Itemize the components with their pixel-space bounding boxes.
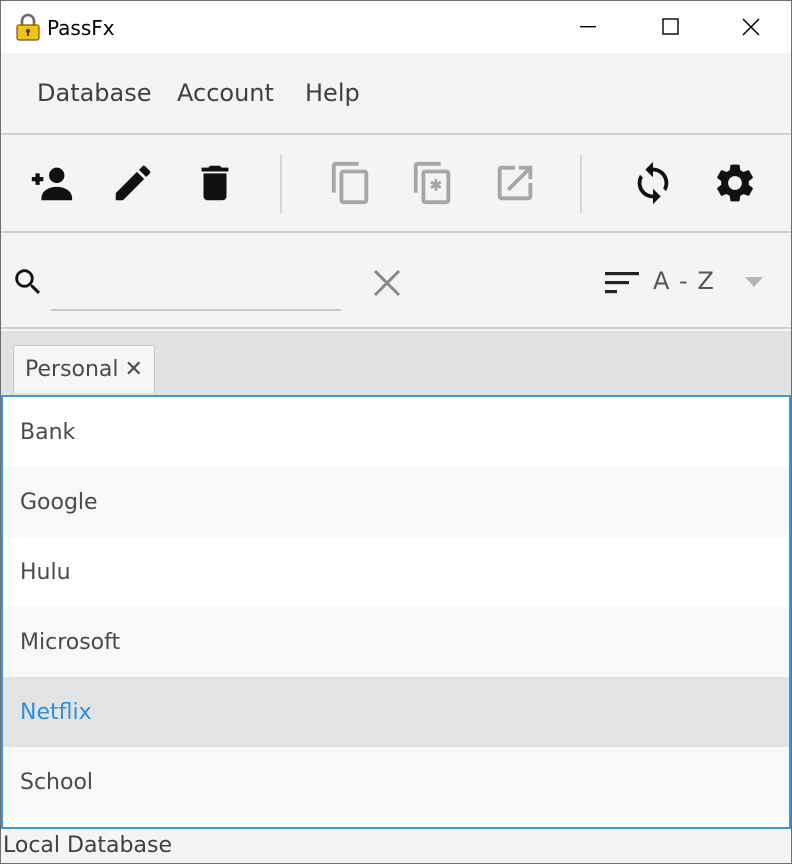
title-bar: PassFx [1,1,791,53]
open-external-icon [497,165,533,201]
open-url-button[interactable] [491,159,539,207]
search-icon [15,269,41,295]
list-item[interactable]: School [3,747,789,817]
copy-password-button[interactable] [409,159,457,207]
tag-close-icon[interactable]: ✕ [125,357,143,382]
list-item[interactable]: Bank [3,397,789,467]
list-item-selected[interactable]: Netflix [3,677,789,747]
tag-label: Personal [25,357,119,382]
trash-icon [201,165,229,201]
list-item[interactable]: Hulu [3,537,789,607]
clear-search-icon[interactable] [367,263,407,303]
sync-button[interactable] [629,159,677,207]
menu-database[interactable]: Database [37,79,152,107]
padlock-icon [16,13,40,41]
list-item[interactable]: Google [3,467,789,537]
minimize-icon [580,26,596,28]
menu-account[interactable]: Account [177,79,274,107]
toolbar-separator [580,155,582,213]
copy-icon [331,161,369,205]
sort-order-label[interactable]: A - Z [653,267,715,295]
tag-strip: Personal ✕ [1,331,791,395]
add-person-icon [31,167,73,201]
sync-icon [637,161,669,205]
close-icon [742,18,760,36]
app-window: PassFx Database Account Help A - Z Perso… [0,0,792,864]
list-item[interactable]: Microsoft [3,607,789,677]
delete-entry-button[interactable] [191,159,239,207]
gear-icon [717,164,753,202]
window-title: PassFx [47,16,115,40]
status-text: Local Database [3,833,172,858]
menu-help[interactable]: Help [305,79,360,107]
maximize-icon [662,18,679,35]
settings-button[interactable] [711,159,759,207]
search-bar: A - Z [1,233,791,329]
sort-icon[interactable] [603,269,641,297]
copy-username-button[interactable] [327,159,375,207]
edit-pencil-icon [115,165,151,201]
edit-entry-button[interactable] [109,159,157,207]
status-bar: Local Database [1,829,791,863]
close-window-button[interactable] [711,1,791,53]
entry-list: Bank Google Hulu Microsoft Netflix Schoo… [1,395,791,829]
toolbar-separator [280,155,282,213]
menu-bar: Database Account Help [1,53,791,135]
chevron-down-icon[interactable] [743,275,765,289]
search-input[interactable] [51,259,341,311]
minimize-button[interactable] [549,1,629,53]
add-entry-button[interactable] [27,159,75,207]
copy-password-icon [413,161,451,205]
tag-chip[interactable]: Personal ✕ [13,345,155,393]
maximize-button[interactable] [631,1,711,53]
toolbar [1,135,791,233]
